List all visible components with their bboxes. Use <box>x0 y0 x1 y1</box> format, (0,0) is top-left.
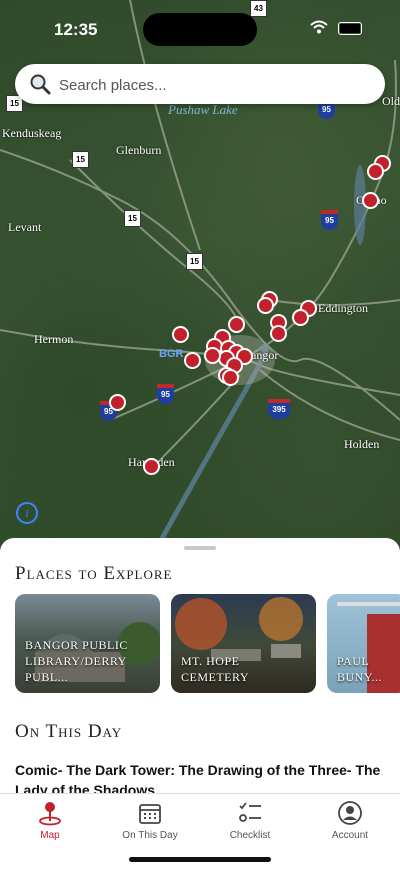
info-icon[interactable]: i <box>16 502 38 524</box>
wifi-icon <box>310 20 328 34</box>
places-section-title: Places to Explore <box>15 563 173 584</box>
search-icon <box>30 74 51 95</box>
map-pin[interactable] <box>204 347 221 364</box>
place-kenduskeag: Kenduskeag <box>2 126 62 140</box>
map-pin[interactable] <box>222 369 239 386</box>
place-card[interactable]: Mt. Hope Cemetery <box>171 594 316 693</box>
map-pin[interactable] <box>172 326 189 343</box>
route-shield: 15 <box>124 210 141 227</box>
map-pin[interactable] <box>143 458 160 475</box>
account-icon <box>338 801 362 825</box>
dynamic-island <box>143 13 257 46</box>
status-bar: 12:35 <box>0 0 400 50</box>
place-card[interactable]: Paul Buny... <box>327 594 400 693</box>
map-pin[interactable] <box>362 192 379 209</box>
home-indicator <box>129 857 271 862</box>
place-levant: Levant <box>8 220 42 234</box>
map-pin[interactable] <box>292 309 309 326</box>
tab-account[interactable]: Account <box>300 800 400 841</box>
calendar-icon <box>139 804 161 824</box>
tab-checklist[interactable]: Checklist <box>200 800 300 841</box>
on-this-day-title: On This Day <box>15 721 123 742</box>
place-card-label: Mt. Hope Cemetery <box>181 654 250 684</box>
tab-label: Account <box>331 830 369 841</box>
checklist-icon <box>239 802 261 822</box>
map-pin[interactable] <box>270 325 287 342</box>
route-shield: 15 <box>186 253 203 270</box>
place-hermon: Hermon <box>34 332 74 346</box>
map-pin[interactable] <box>184 352 201 369</box>
route-shield: 15 <box>72 151 89 168</box>
airport-label: BGR <box>159 348 184 360</box>
place-glenburn: Glenburn <box>116 143 162 157</box>
map-pin[interactable] <box>228 316 245 333</box>
place-eddington: Eddington <box>318 301 368 315</box>
map-pin[interactable] <box>109 394 126 411</box>
map-pin[interactable] <box>257 297 274 314</box>
battery-icon <box>338 22 362 35</box>
tab-label: On This Day <box>122 830 178 841</box>
place-holden: Holden <box>344 437 380 451</box>
status-time: 12:35 <box>54 20 98 39</box>
interstate-shield: 95 <box>321 210 338 230</box>
interstate-shield: 95 <box>157 384 174 404</box>
place-card-label: Paul Buny... <box>337 654 382 684</box>
map-pin-icon <box>39 802 61 826</box>
interstate-shield: 395 <box>268 399 290 419</box>
tab-label: Map <box>40 830 60 841</box>
lake-label: Pushaw Lake <box>168 102 238 117</box>
place-card[interactable]: Bangor Public Library/Derry Publ... <box>15 594 160 693</box>
tab-map[interactable]: Map <box>0 800 100 841</box>
sheet-grabber[interactable] <box>184 546 216 550</box>
map-pin[interactable] <box>367 163 384 180</box>
search-bar[interactable] <box>15 64 385 104</box>
on-this-day-event[interactable]: Comic- The Dark Tower: The Drawing of th… <box>15 760 387 796</box>
place-old: Old <box>382 94 400 108</box>
search-input[interactable] <box>57 72 361 98</box>
tab-on-this-day[interactable]: On This Day <box>100 800 200 841</box>
place-card-label: Bangor Public Library/Derry Publ... <box>25 638 128 684</box>
tab-label: Checklist <box>229 830 271 841</box>
